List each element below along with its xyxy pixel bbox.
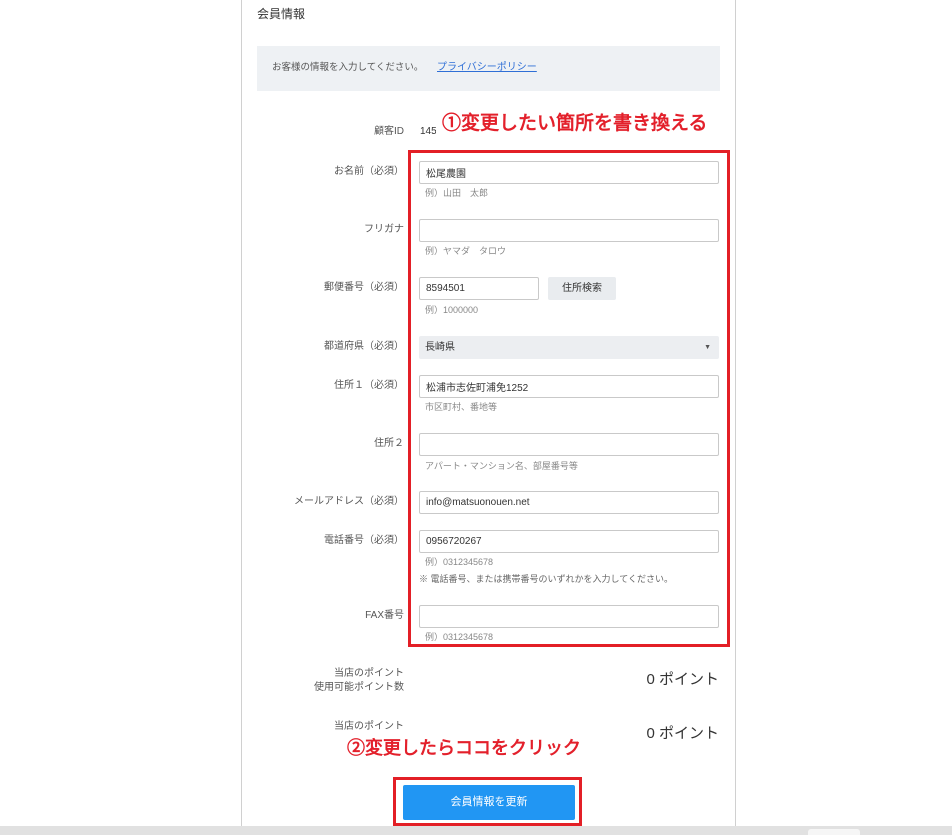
furigana-label: フリガナ (364, 224, 404, 235)
points-label-line2: 使用可能ポイント数 (314, 682, 404, 693)
address2-label: 住所２ (374, 438, 404, 449)
points-label: 当店のポイント 使用可能ポイント数 (241, 667, 404, 695)
name-input[interactable] (419, 161, 719, 184)
fax-label: FAX番号 (365, 610, 404, 621)
prefecture-label: 都道府県（必須） (324, 341, 404, 352)
prefecture-selected-value: 長崎県 (425, 342, 455, 353)
fax-hint: 例）0312345678 (425, 632, 494, 642)
email-input[interactable] (419, 491, 719, 514)
furigana-hint: 例）ヤマダ タロウ (425, 246, 507, 256)
privacy-policy-link[interactable]: プライバシーポリシー (437, 61, 537, 74)
points-value: 0 ポイント (646, 671, 719, 688)
furigana-input[interactable] (419, 219, 719, 242)
points-label-line1: 当店のポイント (334, 668, 404, 679)
fax-input[interactable] (419, 605, 719, 628)
postal-code-hint: 例）1000000 (425, 305, 479, 315)
phone-label: 電話番号（必須） (324, 535, 404, 546)
chevron-down-icon: ▼ (704, 344, 711, 351)
panel-right-border (735, 0, 736, 826)
address1-label: 住所１（必須） (334, 380, 404, 391)
name-label: お名前（必須） (334, 166, 404, 177)
customer-id-value: 145 (420, 126, 437, 137)
customer-id-label: 顧客ID (374, 126, 404, 137)
postal-code-input[interactable] (419, 277, 539, 300)
postal-code-label: 郵便番号（必須） (324, 282, 404, 293)
phone-input[interactable] (419, 530, 719, 553)
address1-input[interactable] (419, 375, 719, 398)
scrollbar-thumb[interactable] (808, 829, 860, 835)
address1-hint: 市区町村、番地等 (425, 402, 498, 412)
notice-box: お客様の情報を入力してください。 プライバシーポリシー (257, 46, 720, 91)
annotation-step2: ②変更したらココをクリック (340, 731, 588, 765)
prefecture-select[interactable]: 長崎県 ▼ (419, 336, 719, 359)
member-info-page: 会員情報 お客様の情報を入力してください。 プライバシーポリシー 顧客ID 14… (0, 0, 952, 835)
phone-note: ※ 電話番号、または携帯番号のいずれかを入力してください。 (419, 574, 673, 584)
update-member-info-button[interactable]: 会員情報を更新 (403, 785, 575, 820)
page-title: 会員情報 (257, 7, 306, 21)
address2-input[interactable] (419, 433, 719, 456)
email-label: メールアドレス（必須） (294, 496, 404, 507)
phone-hint: 例）0312345678 (425, 557, 494, 567)
panel-left-border (241, 0, 242, 826)
address2-hint: アパート・マンション名、部屋番号等 (425, 461, 578, 471)
annotation-step1: ①変更したい箇所を書き換える (436, 110, 714, 138)
name-hint: 例）山田 太郎 (425, 188, 489, 198)
notice-text: お客様の情報を入力してください。 (272, 62, 424, 73)
address-search-button[interactable]: 住所検索 (548, 277, 616, 300)
